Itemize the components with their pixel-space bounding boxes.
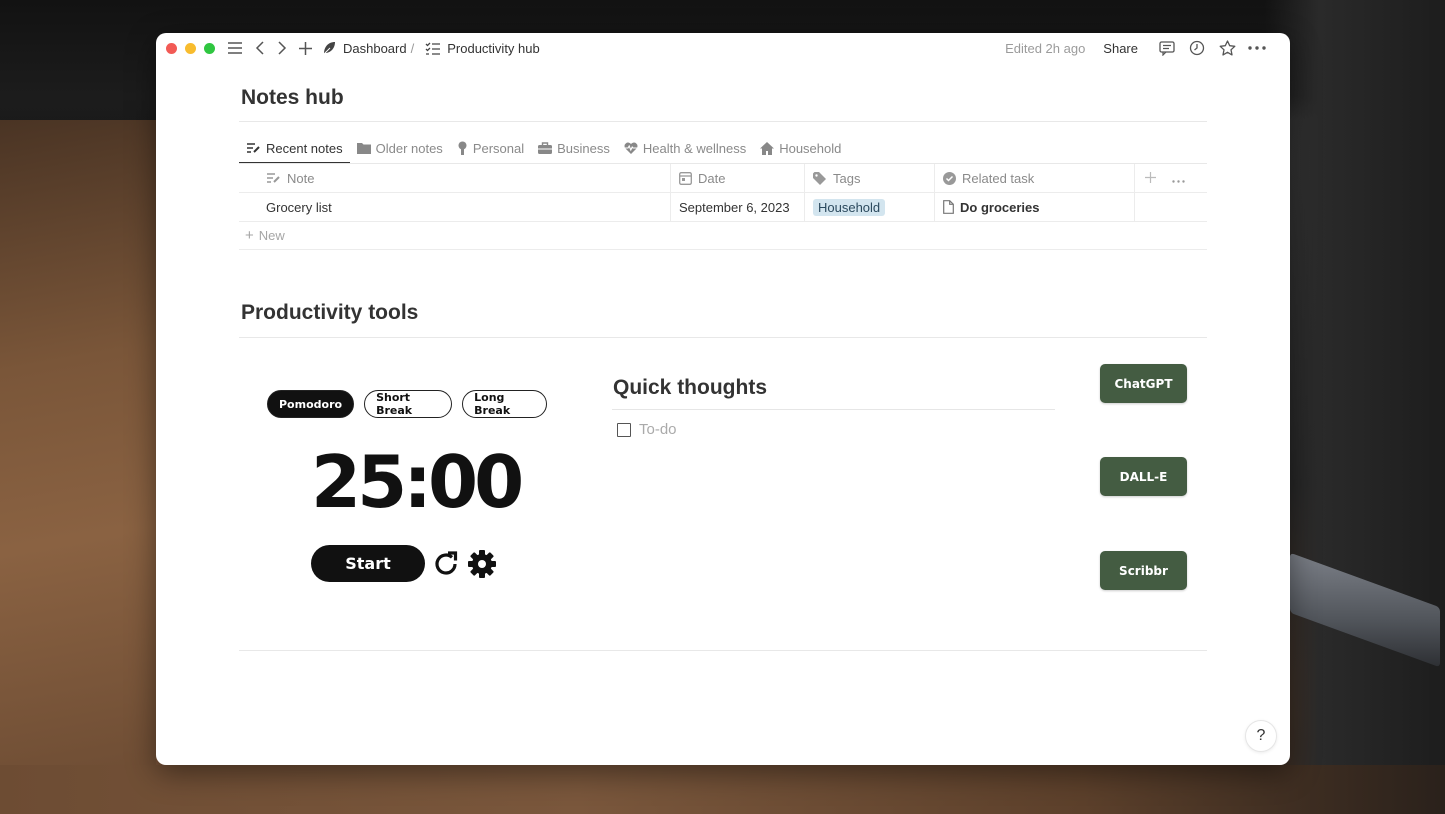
date-cell[interactable]: September 6, 2023 bbox=[671, 193, 805, 221]
person-icon bbox=[457, 141, 468, 155]
table-row[interactable]: Grocery list September 6, 2023 Household… bbox=[239, 193, 1207, 222]
divider bbox=[239, 121, 1207, 122]
leaf-icon bbox=[322, 41, 336, 55]
dall-e-button[interactable]: DALL-E bbox=[1100, 457, 1187, 496]
plus-icon: + bbox=[245, 227, 254, 244]
star-icon[interactable] bbox=[1212, 40, 1242, 56]
mode-long-break-button[interactable]: Long Break bbox=[462, 390, 547, 418]
tab-household[interactable]: Household bbox=[753, 133, 848, 163]
scribbr-button[interactable]: Scribbr bbox=[1100, 551, 1187, 590]
background-chair bbox=[1265, 0, 1445, 814]
divider bbox=[239, 337, 1207, 338]
settings-gear-icon[interactable] bbox=[467, 549, 497, 579]
pomodoro-timer-widget: Pomodoro Short Break Long Break 25:00 St… bbox=[267, 390, 547, 582]
comment-icon[interactable] bbox=[1152, 40, 1182, 56]
chatgpt-button[interactable]: ChatGPT bbox=[1100, 364, 1187, 403]
sidebar-menu-icon[interactable] bbox=[227, 41, 243, 55]
tab-recent-notes[interactable]: Recent notes bbox=[239, 133, 350, 164]
todo-checkbox[interactable] bbox=[617, 422, 631, 437]
back-icon[interactable] bbox=[255, 41, 265, 55]
tab-older-notes[interactable]: Older notes bbox=[350, 133, 450, 163]
reset-icon[interactable] bbox=[431, 549, 461, 579]
breadcrumb-dashboard[interactable]: Dashboard bbox=[322, 41, 407, 56]
app-window: Dashboard / Productivity hub Edited 2h a… bbox=[156, 33, 1290, 765]
notes-view-tabs: Recent notes Older notes Personal Busine… bbox=[239, 133, 848, 164]
note-edit-icon bbox=[266, 172, 281, 184]
page-icon bbox=[943, 200, 954, 214]
timer-controls: Start bbox=[311, 545, 497, 582]
breadcrumb-productivity-hub[interactable]: Productivity hub bbox=[425, 41, 540, 56]
notes-hub-title: Notes hub bbox=[241, 86, 344, 109]
tab-business[interactable]: Business bbox=[531, 133, 617, 163]
note-cell[interactable]: Grocery list bbox=[239, 193, 671, 221]
help-button[interactable]: ? bbox=[1245, 720, 1277, 752]
quick-thoughts-title: Quick thoughts bbox=[613, 376, 767, 399]
heart-pulse-icon bbox=[624, 142, 638, 154]
divider bbox=[612, 409, 1055, 410]
new-row-button[interactable]: + New bbox=[239, 222, 1207, 250]
quick-thoughts-widget: Quick thoughts To-do bbox=[612, 376, 1055, 438]
more-options-icon[interactable] bbox=[1172, 171, 1185, 186]
background-table-left bbox=[0, 120, 156, 814]
tab-personal[interactable]: Personal bbox=[450, 133, 531, 163]
notes-table: Note Date Tags Related task Grocery list… bbox=[239, 164, 1207, 250]
column-header-related-task[interactable]: Related task bbox=[935, 164, 1135, 192]
briefcase-icon bbox=[538, 142, 553, 154]
divider bbox=[239, 650, 1207, 651]
tag-icon bbox=[813, 171, 827, 185]
timer-display: 25:00 bbox=[311, 440, 524, 524]
house-icon bbox=[760, 141, 775, 155]
share-button[interactable]: Share bbox=[1103, 41, 1138, 56]
history-icon[interactable] bbox=[1182, 40, 1212, 56]
related-task-cell[interactable]: Do groceries bbox=[935, 193, 1135, 221]
calendar-icon bbox=[679, 171, 692, 185]
edited-timestamp: Edited 2h ago bbox=[1005, 40, 1086, 56]
minimize-window-button[interactable] bbox=[185, 42, 196, 54]
add-property-icon[interactable] bbox=[1145, 171, 1156, 186]
productivity-tools-title: Productivity tools bbox=[241, 301, 419, 324]
checklist-icon bbox=[425, 42, 441, 55]
breadcrumb-separator: / bbox=[410, 40, 415, 56]
column-header-note[interactable]: Note bbox=[239, 164, 671, 192]
empty-cell bbox=[1135, 193, 1207, 221]
new-page-icon[interactable] bbox=[299, 41, 312, 55]
more-icon[interactable] bbox=[1242, 46, 1272, 50]
todo-item: To-do bbox=[612, 421, 1055, 438]
mode-short-break-button[interactable]: Short Break bbox=[364, 390, 453, 418]
folder-icon bbox=[356, 142, 371, 154]
tab-health-wellness[interactable]: Health & wellness bbox=[617, 133, 753, 163]
todo-input[interactable]: To-do bbox=[639, 421, 677, 438]
column-header-date[interactable]: Date bbox=[671, 164, 805, 192]
start-button[interactable]: Start bbox=[311, 545, 425, 582]
title-bar: Dashboard / Productivity hub Edited 2h a… bbox=[156, 33, 1290, 63]
window-controls bbox=[166, 42, 215, 54]
tag-badge: Household bbox=[813, 198, 886, 216]
background-table-bottom bbox=[0, 765, 1445, 814]
toolbar-right: Edited 2h ago Share bbox=[1005, 33, 1272, 63]
table-header: Note Date Tags Related task bbox=[239, 164, 1207, 193]
related-task-link[interactable]: Do groceries bbox=[943, 200, 1039, 215]
forward-icon[interactable] bbox=[277, 41, 287, 55]
maximize-window-button[interactable] bbox=[204, 42, 215, 54]
column-actions bbox=[1135, 164, 1207, 192]
timer-mode-selector: Pomodoro Short Break Long Break bbox=[267, 390, 547, 418]
close-window-button[interactable] bbox=[166, 42, 177, 54]
mode-pomodoro-button[interactable]: Pomodoro bbox=[267, 390, 355, 418]
note-edit-icon bbox=[246, 142, 261, 154]
column-header-tags[interactable]: Tags bbox=[805, 164, 935, 192]
tags-cell[interactable]: Household bbox=[805, 193, 935, 221]
check-circle-icon bbox=[943, 171, 956, 185]
